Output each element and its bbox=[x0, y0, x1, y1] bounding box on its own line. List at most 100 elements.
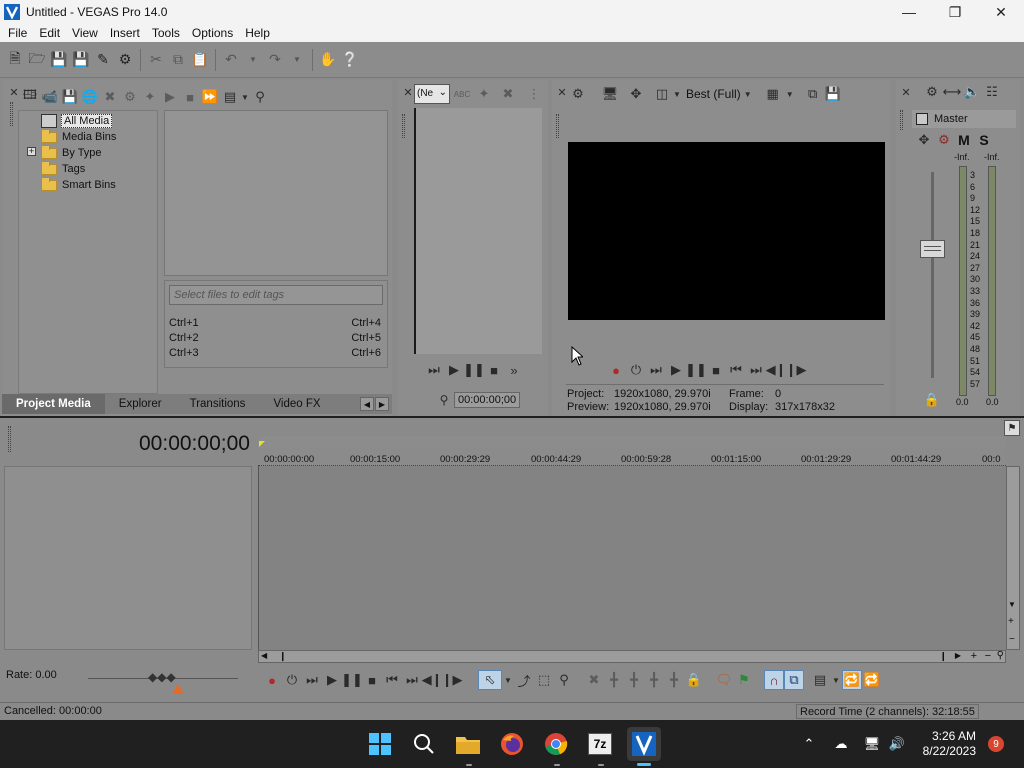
play-from-start-icon[interactable]: ⏭ bbox=[646, 360, 666, 380]
play-icon[interactable]: ▶ bbox=[322, 670, 342, 690]
trimmer-display[interactable] bbox=[414, 108, 542, 354]
lock-envelopes-icon[interactable]: 🔁 bbox=[842, 670, 862, 690]
scroll-right-icon[interactable]: ▶ bbox=[955, 651, 961, 660]
search-icon[interactable] bbox=[407, 727, 441, 761]
stop-icon[interactable]: ■ bbox=[362, 670, 382, 690]
redo-dropdown-icon[interactable]: ▼ bbox=[286, 49, 308, 71]
notification-badge[interactable]: 9 bbox=[988, 736, 1004, 752]
tab-transitions[interactable]: Transitions bbox=[176, 394, 260, 414]
generate-proxy-icon[interactable]: ✦ bbox=[140, 87, 160, 107]
tree-item-tags[interactable]: Tags bbox=[41, 160, 85, 177]
render-icon[interactable]: ✎ bbox=[92, 49, 114, 71]
pause-icon[interactable]: ❚❚ bbox=[341, 670, 363, 690]
overlay-icon[interactable]: ◫ bbox=[652, 84, 672, 104]
redo-icon[interactable]: ↷ bbox=[264, 49, 286, 71]
stop-icon[interactable]: ■ bbox=[484, 360, 504, 380]
timeline-vertical-scrollbar[interactable]: ▼ + − bbox=[1006, 466, 1020, 650]
more-transport-icon[interactable]: » bbox=[504, 360, 524, 380]
loop-playback-icon[interactable]: ⏻ bbox=[626, 360, 646, 380]
trimmer-source-dropdown[interactable]: (Ne ⌄ bbox=[414, 84, 450, 104]
save-icon[interactable]: 💾 bbox=[48, 49, 70, 71]
zoom-out-icon[interactable]: − bbox=[985, 650, 991, 662]
stop-icon[interactable]: ■ bbox=[706, 360, 726, 380]
panel-close-icon[interactable]: ✕ bbox=[896, 82, 916, 102]
grid-dropdown-icon[interactable]: ▼ bbox=[783, 84, 797, 104]
auto-preview-icon[interactable]: ⏩ bbox=[200, 87, 220, 107]
scroll-left-icon[interactable]: ◀ bbox=[261, 651, 267, 660]
whats-this-help-icon[interactable]: ❔ bbox=[339, 49, 361, 71]
marker-flag-icon[interactable]: ⚑ bbox=[1004, 420, 1020, 436]
display-icon[interactable]: 🖥 bbox=[862, 734, 882, 754]
menu-tools[interactable]: Tools bbox=[146, 26, 186, 40]
ignore-grouping-icon[interactable]: 🔁 bbox=[862, 670, 882, 690]
record-icon[interactable]: ● bbox=[606, 360, 626, 380]
stop-media-icon[interactable]: ■ bbox=[180, 87, 200, 107]
play-media-icon[interactable]: ▶ bbox=[160, 87, 180, 107]
menu-view[interactable]: View bbox=[66, 26, 104, 40]
lock-events-icon[interactable]: 🔒 bbox=[684, 670, 704, 690]
preview-properties-icon[interactable]: ⚙ bbox=[568, 84, 588, 104]
cut-icon[interactable]: ✂ bbox=[145, 49, 167, 71]
pause-icon[interactable]: ❚❚ bbox=[463, 360, 485, 380]
mute-button[interactable]: M bbox=[954, 132, 974, 148]
rate-slider-handle[interactable]: ◆◆◆ bbox=[148, 670, 176, 684]
previous-frame-icon[interactable]: ◀❙ bbox=[766, 360, 787, 380]
windows-start-icon[interactable] bbox=[363, 727, 397, 761]
remove-media-icon[interactable]: ✖ bbox=[100, 87, 120, 107]
timeline-tracks[interactable] bbox=[258, 466, 1006, 650]
ripple-dropdown-icon[interactable]: ▼ bbox=[830, 670, 842, 690]
zoom-in-icon[interactable]: + bbox=[971, 650, 977, 662]
mixer-properties-icon[interactable]: ⚙ bbox=[922, 82, 942, 102]
tree-item-media-bins[interactable]: Media Bins bbox=[41, 128, 116, 145]
next-frame-icon[interactable]: ❙▶ bbox=[786, 360, 807, 380]
timeline-horizontal-scrollbar[interactable]: ◀ ❙ ❙ ▶ + − ⚲ bbox=[258, 650, 1006, 663]
panel-gripper[interactable] bbox=[10, 102, 13, 126]
speaker-icon[interactable]: 🔈 bbox=[962, 82, 982, 102]
tab-project-media[interactable]: Project Media bbox=[2, 394, 105, 414]
downmix-icon[interactable]: ⟷ bbox=[942, 82, 962, 102]
undo-dropdown-icon[interactable]: ▼ bbox=[242, 49, 264, 71]
tree-item-all-media[interactable]: All Media bbox=[41, 113, 113, 129]
tree-item-smart-bins[interactable]: Smart Bins bbox=[41, 176, 116, 193]
play-icon[interactable]: ▶ bbox=[444, 360, 464, 380]
menu-insert[interactable]: Insert bbox=[104, 26, 146, 40]
file-explorer-icon[interactable] bbox=[451, 727, 485, 761]
grid-overlay-icon[interactable]: ▦ bbox=[763, 84, 783, 104]
trim-start-icon[interactable]: ╋ bbox=[624, 670, 644, 690]
network-off-icon[interactable]: ☁ bbox=[831, 734, 851, 754]
media-file-list[interactable] bbox=[164, 110, 388, 276]
vegas-taskbar-icon[interactable] bbox=[627, 727, 661, 761]
copy-snapshot-icon[interactable]: ⧉ bbox=[803, 84, 823, 104]
views-icon[interactable]: ▤ bbox=[220, 87, 240, 107]
play-from-start-icon[interactable]: ⏭ bbox=[424, 360, 444, 380]
normal-edit-tool-icon[interactable]: ⬁ bbox=[478, 670, 502, 690]
quality-dropdown-icon[interactable]: ▼ bbox=[741, 84, 755, 104]
minimize-icon[interactable]: — bbox=[886, 0, 932, 24]
paste-icon[interactable]: 📋 bbox=[189, 49, 211, 71]
tab-scroll-right-icon[interactable]: ▶ bbox=[375, 397, 389, 411]
trimmer-clear-icon[interactable]: ✖ bbox=[498, 84, 518, 104]
zoom-in-vertical-icon[interactable]: + bbox=[1008, 616, 1014, 627]
system-clock[interactable]: 3:26 AM 8/22/2023 bbox=[923, 729, 976, 759]
edit-tool-dropdown-icon[interactable]: ▼ bbox=[502, 670, 514, 690]
master-fx-icon[interactable]: ⚙ bbox=[934, 130, 954, 150]
solo-button[interactable]: S bbox=[974, 132, 994, 148]
menu-file[interactable]: File bbox=[2, 26, 33, 40]
timeline-gripper[interactable] bbox=[8, 426, 11, 452]
timeline-ruler[interactable]: 00:00:00:00 00:00:15:00 00:00:29:29 00:0… bbox=[258, 448, 1006, 466]
firefox-icon[interactable] bbox=[495, 727, 529, 761]
pause-icon[interactable]: ❚❚ bbox=[685, 360, 707, 380]
menu-options[interactable]: Options bbox=[186, 26, 239, 40]
overlay-dropdown-icon[interactable]: ▼ bbox=[672, 84, 682, 104]
tree-item-by-type[interactable]: By Type bbox=[41, 144, 102, 161]
chrome-icon[interactable] bbox=[539, 727, 573, 761]
scroll-thumb-left-icon[interactable]: ❙ bbox=[279, 651, 287, 662]
7zip-icon[interactable]: 7z bbox=[583, 727, 617, 761]
import-media-icon[interactable]: 🖽 bbox=[20, 87, 40, 107]
split-icon[interactable]: ╋ bbox=[664, 670, 684, 690]
lock-icon[interactable]: 🔒 bbox=[922, 390, 942, 410]
zoom-out-vertical-icon[interactable]: − bbox=[1009, 634, 1015, 645]
tab-video-fx[interactable]: Video FX bbox=[259, 394, 334, 414]
scroll-thumb-right-icon[interactable]: ❙ bbox=[939, 651, 947, 662]
search-icon[interactable]: ⚲ bbox=[250, 87, 270, 107]
